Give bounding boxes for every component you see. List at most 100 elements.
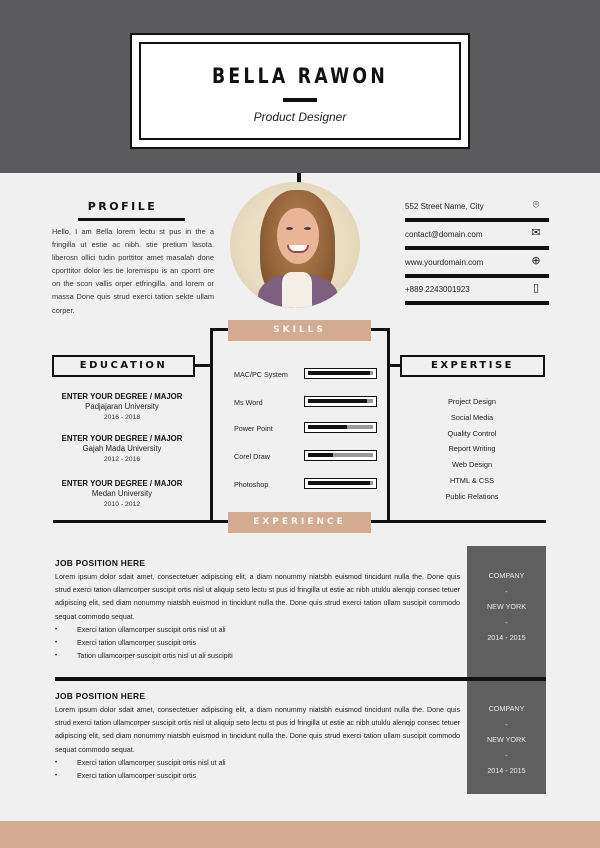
contact-address: 552 Street Name, City ⌾ bbox=[405, 196, 549, 222]
job-position-title: JOB POSITION HERE bbox=[55, 558, 146, 568]
education-school: Medan University bbox=[91, 489, 153, 498]
contact-website: www.yourdomain.com ⊕ bbox=[405, 252, 549, 278]
expertise-item: HTML & CSS bbox=[449, 475, 495, 485]
job-description: Lorem ipsum dolor sdait amet, consectetu… bbox=[55, 706, 460, 754]
education-years: 2016 - 2018 bbox=[103, 414, 141, 421]
skill-fill bbox=[308, 425, 347, 429]
company-separator: - bbox=[505, 750, 508, 760]
skill-level-bar bbox=[304, 422, 377, 433]
skill-name: Corel Draw bbox=[234, 452, 270, 461]
location-pin-icon: ⌾ bbox=[532, 199, 540, 211]
company-name: COMPANY bbox=[488, 704, 525, 713]
education-connector bbox=[194, 364, 212, 367]
expertise-list: Project Design Social Media Quality Cont… bbox=[400, 394, 544, 505]
skill-fill bbox=[308, 453, 333, 457]
company-location: NEW YORK bbox=[486, 735, 526, 744]
job-title: Product Designer bbox=[253, 110, 347, 124]
skill-row: Corel Draw bbox=[234, 450, 378, 464]
contact-email-text[interactable]: contact@domain.com bbox=[405, 230, 483, 239]
profile-text: Hello, I am Bella lorem lectu st pus in … bbox=[52, 227, 214, 315]
name-box: BELLA RAWON Product Designer bbox=[130, 33, 470, 149]
company-location: NEW YORK bbox=[486, 602, 526, 611]
skill-fill bbox=[308, 399, 367, 403]
expertise-item: Report Writing bbox=[448, 444, 496, 454]
skill-level-bar bbox=[304, 450, 377, 461]
expertise-item: Public Relations bbox=[445, 491, 499, 501]
name-box-inner: BELLA RAWON Product Designer bbox=[139, 42, 461, 140]
job-bullet: Exerci tation ullamcorper suscipit ortis bbox=[55, 637, 460, 650]
company-separator: - bbox=[505, 719, 508, 729]
name-divider bbox=[283, 98, 317, 102]
skill-level-bar bbox=[304, 396, 377, 407]
photo-collar bbox=[282, 272, 312, 308]
education-years: 2012 - 2016 bbox=[103, 456, 141, 463]
education-school: Gajah Mada University bbox=[82, 444, 162, 453]
mobile-phone-icon: ▯ bbox=[532, 282, 540, 294]
skill-level-bar bbox=[304, 368, 377, 379]
profile-photo bbox=[230, 182, 360, 308]
education-degree: ENTER YOUR DEGREE / MAJOR bbox=[61, 434, 183, 443]
skill-fill bbox=[308, 371, 370, 375]
contact-divider bbox=[405, 301, 549, 305]
skill-name: Photoshop bbox=[234, 480, 269, 489]
profile-underline bbox=[78, 218, 185, 221]
company-years: 2014 - 2015 bbox=[487, 633, 526, 642]
skills-vertical-right bbox=[387, 328, 390, 523]
company-separator: - bbox=[505, 617, 508, 627]
education-entry: ENTER YOUR DEGREE / MAJOR Gajah Mada Uni… bbox=[52, 434, 192, 465]
education-degree: ENTER YOUR DEGREE / MAJOR bbox=[61, 392, 183, 401]
skills-heading: SKILLS bbox=[228, 320, 371, 341]
job-position-title: JOB POSITION HERE bbox=[55, 691, 146, 701]
photo-face bbox=[277, 208, 319, 264]
photo-eye-left bbox=[286, 227, 293, 230]
company-box: COMPANY - NEW YORK - 2014 - 2015 bbox=[467, 546, 546, 679]
education-entry: ENTER YOUR DEGREE / MAJOR Padjajaran Uni… bbox=[52, 392, 192, 423]
contact-website-text[interactable]: www.yourdomain.com bbox=[405, 258, 483, 267]
contact-phone: +889 2243001923 ▯ bbox=[405, 279, 549, 305]
globe-icon: ⊕ bbox=[531, 255, 541, 267]
skills-connector-left bbox=[210, 328, 230, 331]
skill-row: Power Point bbox=[234, 422, 378, 436]
skill-row: Ms Word bbox=[234, 396, 378, 410]
education-years: 2010 - 2012 bbox=[103, 501, 141, 508]
job-description: Lorem ipsum dolor sdait amet, consectetu… bbox=[55, 573, 460, 621]
skill-name: Ms Word bbox=[234, 398, 263, 407]
skill-name: Power Point bbox=[234, 424, 273, 433]
job-bullet-list: Exerci tation ullamcorper suscipit ortis… bbox=[55, 624, 460, 664]
job-bullet: Exerci tation ullamcorper suscipit ortis… bbox=[55, 757, 460, 770]
skill-fill bbox=[308, 481, 370, 485]
expertise-heading: EXPERTISE bbox=[400, 355, 545, 377]
skill-track bbox=[308, 399, 373, 403]
job-bullet: Exerci tation ullamcorper suscipit ortis… bbox=[55, 624, 460, 637]
envelope-icon: ✉ bbox=[531, 227, 541, 239]
company-name: COMPANY bbox=[488, 571, 525, 580]
skill-track bbox=[308, 481, 373, 485]
contact-divider bbox=[405, 218, 549, 222]
skill-track bbox=[308, 371, 373, 375]
skills-vertical-left bbox=[210, 328, 213, 523]
job-entry: JOB POSITION HERE Lorem ipsum dolor sdai… bbox=[55, 691, 460, 783]
education-school: Padjajaran University bbox=[85, 402, 159, 411]
photo-eye-right bbox=[304, 227, 311, 230]
company-box: COMPANY - NEW YORK - 2014 - 2015 bbox=[467, 681, 546, 794]
skill-name: MAC/PC System bbox=[234, 370, 288, 379]
experience-heading: EXPERIENCE bbox=[228, 512, 371, 533]
contact-divider bbox=[405, 274, 549, 278]
skill-track bbox=[308, 453, 373, 457]
candidate-name: BELLA RAWON bbox=[211, 64, 389, 88]
education-degree: ENTER YOUR DEGREE / MAJOR bbox=[61, 479, 183, 488]
education-heading: EDUCATION bbox=[52, 355, 195, 377]
company-separator: - bbox=[505, 586, 508, 596]
contact-divider bbox=[405, 246, 549, 250]
skill-row: Photoshop bbox=[234, 478, 378, 492]
contact-phone-text: +889 2243001923 bbox=[405, 285, 470, 294]
expertise-item: Quality Control bbox=[447, 428, 497, 438]
skill-row: MAC/PC System bbox=[234, 368, 378, 382]
expertise-item: Web Design bbox=[451, 460, 493, 470]
expertise-item: Social Media bbox=[450, 412, 494, 422]
contact-email: contact@domain.com ✉ bbox=[405, 224, 549, 250]
skill-track bbox=[308, 425, 373, 429]
contact-address-text: 552 Street Name, City bbox=[405, 202, 484, 211]
education-entry: ENTER YOUR DEGREE / MAJOR Medan Universi… bbox=[52, 479, 192, 510]
job-bullet-list: Exerci tation ullamcorper suscipit ortis… bbox=[55, 757, 460, 784]
